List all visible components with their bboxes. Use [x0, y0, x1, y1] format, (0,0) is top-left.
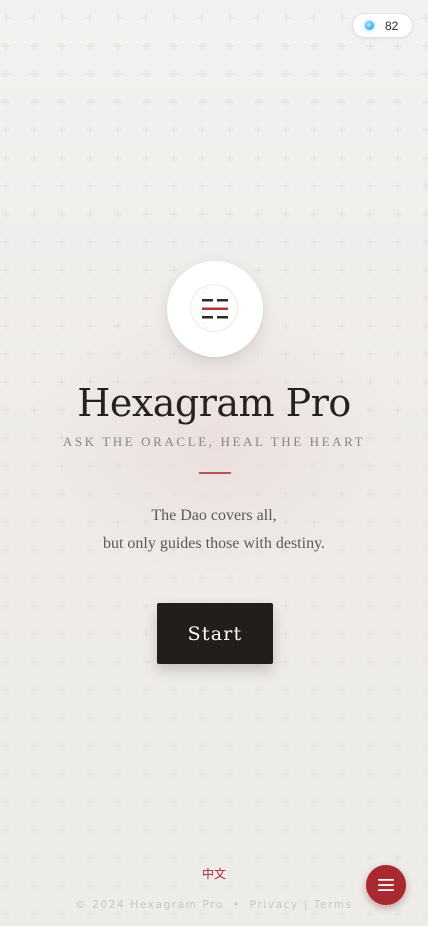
- motto: The Dao covers all, but only guides thos…: [0, 502, 428, 558]
- menu-icon: [378, 879, 394, 891]
- app-title: Hexagram Pro: [77, 381, 351, 425]
- title-divider: [199, 472, 231, 474]
- language-switch-link[interactable]: 中文: [202, 867, 226, 881]
- logo-inner-ring: [190, 284, 238, 332]
- credit-badge[interactable]: 82: [352, 13, 413, 38]
- footer: © 2024 Hexagram Pro • Privacy | Terms: [0, 897, 428, 913]
- app-tagline: ASK THE ORACLE, HEAL THE HEART: [62, 434, 366, 449]
- footer-pipe: |: [303, 899, 309, 911]
- motto-line-1: The Dao covers all,: [151, 507, 277, 524]
- menu-button[interactable]: [366, 865, 406, 905]
- footer-copyright: © 2024 Hexagram Pro: [75, 899, 224, 911]
- hexagram-icon: [202, 299, 228, 319]
- splash-screen: 82 Hexagram Pro ASK THE ORACLE, HEAL THE…: [0, 0, 428, 926]
- gem-icon: [365, 21, 374, 30]
- credit-count: 82: [385, 18, 399, 33]
- motto-line-2: but only guides those with destiny.: [102, 535, 326, 552]
- terms-link[interactable]: Terms: [314, 899, 353, 911]
- app-logo: [167, 261, 263, 357]
- footer-separator: •: [232, 899, 241, 911]
- language-switch: 中文: [0, 865, 428, 883]
- privacy-link[interactable]: Privacy: [250, 899, 299, 911]
- start-button[interactable]: Start: [157, 603, 273, 664]
- background-cross-pattern: [2, 14, 428, 918]
